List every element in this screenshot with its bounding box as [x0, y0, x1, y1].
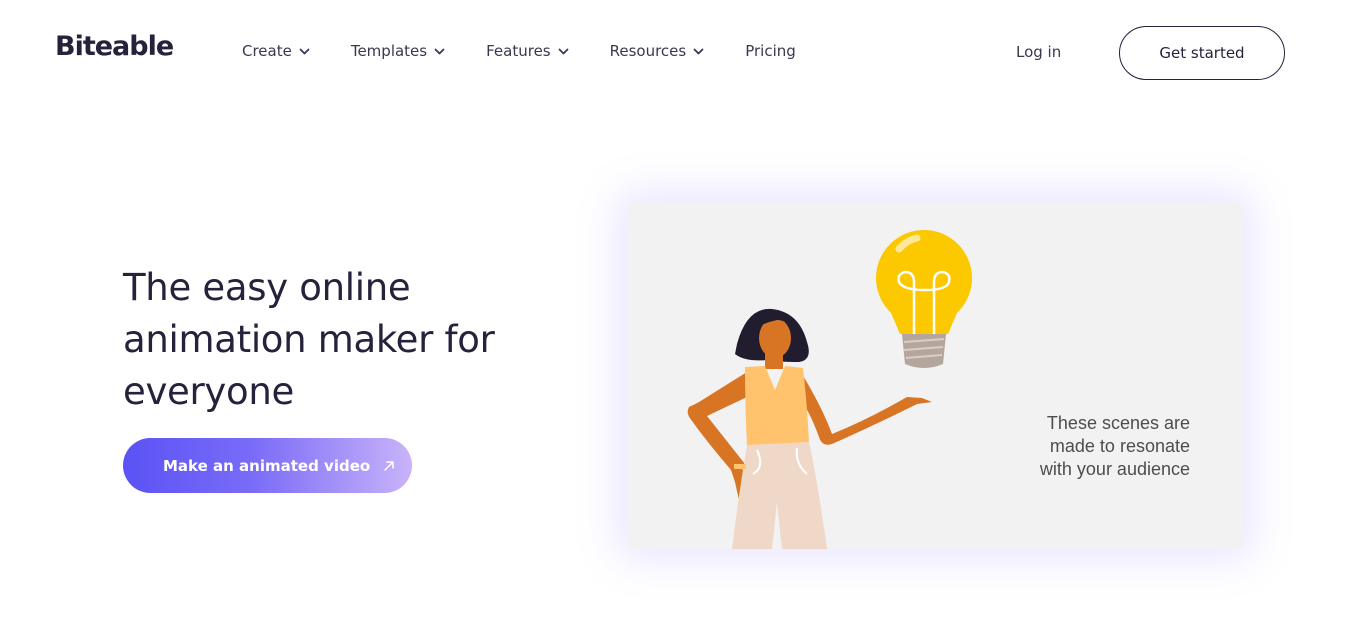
woman-with-lightbulb-illustration — [687, 230, 972, 549]
caption-line: with your audience — [1039, 459, 1190, 479]
chevron-down-icon — [434, 46, 445, 57]
nav-item-label: Pricing — [745, 42, 796, 60]
nav-item-label: Templates — [350, 42, 428, 60]
get-started-button[interactable]: Get started — [1119, 26, 1285, 80]
nav-item-create[interactable]: Create — [242, 42, 310, 60]
scene-caption: These scenes are made to resonate with y… — [1040, 412, 1190, 481]
nav-item-label: Features — [486, 42, 551, 60]
nav-item-pricing[interactable]: Pricing — [745, 42, 796, 60]
arrow-up-right-icon — [382, 459, 396, 473]
chevron-down-icon — [693, 46, 704, 57]
nav-item-label: Create — [242, 42, 292, 60]
chevron-down-icon — [299, 46, 310, 57]
caption-line: made to resonate — [1049, 436, 1190, 456]
nav-item-resources[interactable]: Resources — [610, 42, 705, 60]
animation-scene-preview[interactable]: These scenes are made to resonate with y… — [627, 202, 1243, 549]
lightbulb-icon — [876, 230, 972, 368]
chevron-down-icon — [558, 46, 569, 57]
main-nav: Create Templates Features Resources Pric… — [242, 42, 796, 60]
login-link[interactable]: Log in — [1016, 43, 1061, 61]
caption-line: These scenes are — [1046, 413, 1190, 433]
biteable-logo[interactable]: Biteable — [55, 31, 174, 62]
nav-item-label: Resources — [609, 42, 687, 60]
nav-item-features[interactable]: Features — [486, 42, 569, 60]
hero-cta-label: Make an animated video — [163, 456, 371, 475]
nav-item-templates[interactable]: Templates — [351, 42, 445, 60]
hero-title: The easy online animation maker for ever… — [123, 266, 495, 413]
make-animated-video-button[interactable]: Make an animated video — [123, 438, 412, 493]
